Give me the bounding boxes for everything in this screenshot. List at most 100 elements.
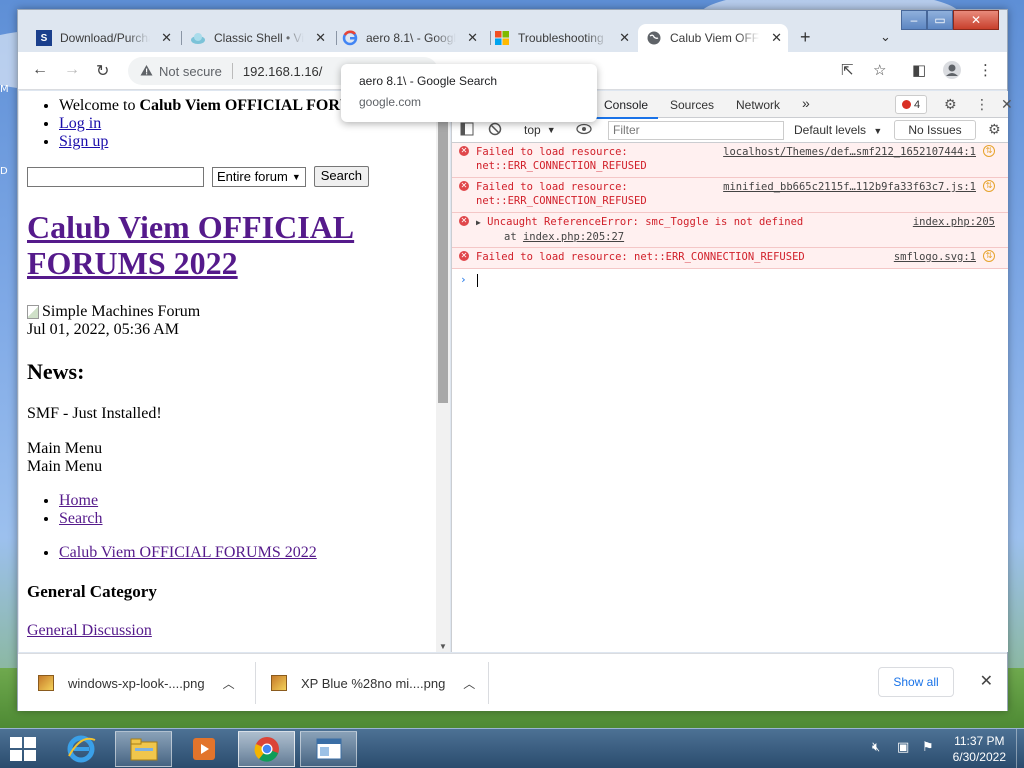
expand-triangle-icon[interactable]: ▶ bbox=[476, 218, 481, 227]
forum-title-line1: Calub Viem OFFICIAL bbox=[27, 209, 355, 245]
forum-title-line2: FORUMS 2022 bbox=[27, 245, 238, 281]
media-player-icon[interactable] bbox=[175, 731, 232, 767]
error-icon: ✕ bbox=[459, 251, 469, 261]
bookmark-star-icon[interactable]: ☆ bbox=[873, 61, 886, 79]
close-devtools-icon[interactable]: ✕ bbox=[1001, 96, 1013, 113]
console-settings-gear-icon[interactable]: ⚙ bbox=[988, 121, 1001, 138]
console-error-message: ✕ ▶ Uncaught ReferenceError: smc_Toggle … bbox=[452, 213, 1008, 248]
text-caret bbox=[476, 273, 478, 287]
search-scope-select[interactable]: Entire forum ▼ bbox=[212, 166, 306, 187]
close-tab-icon[interactable]: ✕ bbox=[771, 30, 782, 46]
reload-icon[interactable]: ↻ bbox=[96, 61, 109, 81]
linktree-forum-link[interactable]: Calub Viem OFFICIAL FORUMS 2022 bbox=[59, 544, 317, 561]
chrome-icon[interactable] bbox=[238, 731, 295, 767]
close-tab-icon[interactable]: ✕ bbox=[619, 30, 630, 46]
context-selector[interactable]: top ▼ bbox=[524, 123, 556, 137]
back-arrow-icon[interactable]: ← bbox=[32, 61, 48, 79]
file-explorer-icon[interactable] bbox=[115, 731, 172, 767]
stack-frame-link[interactable]: index.php:205:27 bbox=[523, 231, 624, 243]
message-source-link[interactable]: localhost/Themes/def…smf212_1652107444:1 bbox=[723, 145, 976, 159]
scroll-down-arrow-icon[interactable]: ▼ bbox=[439, 642, 447, 651]
more-tabs-chevron-icon[interactable]: » bbox=[802, 95, 810, 111]
message-source-link[interactable]: minified_bb665c2115f…112b9fa33f63c7.js:1 bbox=[723, 180, 976, 194]
show-all-downloads-button[interactable]: Show all bbox=[878, 667, 954, 697]
sidebar-toggle-icon[interactable] bbox=[460, 122, 474, 139]
search-button[interactable]: Search bbox=[313, 166, 369, 187]
close-tab-icon[interactable]: ✕ bbox=[315, 30, 326, 46]
download-filename: windows-xp-look-....png bbox=[68, 675, 205, 691]
tab-title: aero 8.1\ - Google Search bbox=[366, 31, 456, 45]
settings-gear-icon[interactable]: ⚙ bbox=[944, 96, 957, 113]
taskbar: 🔇︎ ▣ ⚑ 11:37 PM 6/30/2022 bbox=[0, 728, 1024, 768]
console-filter-input[interactable]: Filter bbox=[608, 121, 784, 140]
tab-calub-viem-forums[interactable]: Calub Viem OFFICIAL FORUMS 2022 ✕ bbox=[638, 24, 788, 52]
url-text: 192.168.1.16/ bbox=[242, 63, 323, 79]
internet-explorer-icon[interactable] bbox=[52, 731, 109, 767]
chevron-up-icon[interactable]: ︿ bbox=[463, 675, 475, 692]
classic-shell-icon: S bbox=[36, 30, 52, 46]
new-tab-icon[interactable]: + bbox=[800, 27, 811, 48]
menu-search-link[interactable]: Search bbox=[59, 510, 103, 527]
close-tab-icon[interactable]: ✕ bbox=[161, 30, 172, 46]
profile-avatar-icon[interactable] bbox=[942, 60, 962, 84]
clear-console-icon[interactable] bbox=[488, 122, 502, 139]
png-file-icon bbox=[38, 675, 54, 691]
network-request-icon[interactable]: ⇅ bbox=[983, 145, 995, 157]
share-icon[interactable]: ⇱ bbox=[841, 61, 854, 79]
tab-classic-shell-download[interactable]: S Download/Purchase Classic Shell ✕ bbox=[28, 24, 178, 52]
tab-troubleshooting[interactable]: Troubleshooting ✕ bbox=[486, 24, 636, 52]
message-source-link[interactable]: index.php:205 bbox=[913, 215, 995, 229]
tab-hover-tooltip: aero 8.1\ - Google Search google.com bbox=[341, 64, 597, 122]
window-app-icon[interactable] bbox=[300, 731, 357, 767]
issues-badge[interactable]: 4 bbox=[895, 95, 927, 114]
tab-network[interactable]: Network bbox=[736, 98, 780, 112]
main-menu-label: Main Menu bbox=[27, 440, 103, 457]
tab-sources[interactable]: Sources bbox=[670, 98, 714, 112]
chevron-down-icon: ▼ bbox=[291, 171, 301, 182]
download-item[interactable]: XP Blue %28no mi....png ︿ bbox=[271, 654, 475, 712]
network-icon[interactable]: ▣ bbox=[897, 739, 909, 755]
chevron-up-icon[interactable]: ︿ bbox=[223, 675, 235, 692]
broken-image-icon bbox=[27, 305, 39, 319]
forward-arrow-icon[interactable]: → bbox=[64, 61, 80, 79]
board-link[interactable]: General Discussion bbox=[27, 622, 152, 639]
show-desktop-button[interactable] bbox=[1016, 729, 1024, 768]
close-tab-icon[interactable]: ✕ bbox=[467, 30, 478, 46]
current-date: Jul 01, 2022, 05:36 AM bbox=[27, 321, 180, 338]
warning-icon[interactable] bbox=[140, 64, 153, 79]
tab-google-search[interactable]: aero 8.1\ - Google Search ✕ bbox=[334, 24, 484, 52]
eye-icon[interactable] bbox=[576, 122, 592, 139]
message-text: Uncaught ReferenceError: smc_Toggle is n… bbox=[487, 216, 804, 228]
network-request-icon[interactable]: ⇅ bbox=[983, 250, 995, 262]
forum-title-link[interactable]: Calub Viem OFFICIAL FORUMS 2022 bbox=[27, 209, 354, 281]
volume-muted-icon[interactable]: 🔇︎ bbox=[872, 739, 880, 755]
tab-search-chevron-icon[interactable]: ⌄ bbox=[880, 29, 891, 45]
png-file-icon bbox=[271, 675, 287, 691]
message-source-link[interactable]: smflogo.svg:1 bbox=[894, 250, 976, 264]
scrollbar-thumb[interactable] bbox=[438, 91, 448, 403]
signup-link[interactable]: Sign up bbox=[59, 133, 108, 150]
no-issues-button[interactable]: No Issues bbox=[894, 120, 976, 140]
devtools-more-icon[interactable]: ⋮ bbox=[975, 96, 989, 113]
logo-alt-text: Simple Machines Forum bbox=[42, 303, 201, 320]
console-error-message: ✕ Failed to load resource: net::ERR_CONN… bbox=[452, 178, 1008, 213]
tab-classic-shell-forum[interactable]: Classic Shell • View topic ✕ bbox=[182, 24, 332, 52]
close-download-shelf-icon[interactable]: ✕ bbox=[980, 671, 993, 691]
start-windows-icon[interactable] bbox=[10, 737, 36, 761]
side-panel-icon[interactable]: ◧ bbox=[912, 61, 926, 79]
console-prompt[interactable]: › bbox=[452, 269, 1008, 287]
tab-title: Calub Viem OFFICIAL FORUMS 2022 bbox=[670, 31, 760, 45]
log-levels-dropdown[interactable]: Default levels ▼ bbox=[794, 123, 882, 137]
network-request-icon[interactable]: ⇅ bbox=[983, 180, 995, 192]
page-scrollbar[interactable]: ▼ bbox=[436, 91, 450, 652]
menu-home-link[interactable]: Home bbox=[59, 492, 98, 509]
desktop-edge-char-2: D bbox=[0, 166, 8, 177]
error-icon: ✕ bbox=[459, 146, 469, 156]
tab-console[interactable]: Console bbox=[593, 98, 659, 119]
login-link[interactable]: Log in bbox=[59, 115, 101, 132]
download-item[interactable]: windows-xp-look-....png ︿ bbox=[38, 654, 235, 712]
action-center-flag-icon[interactable]: ⚑ bbox=[922, 739, 934, 755]
more-menu-icon[interactable]: ⋮ bbox=[978, 61, 993, 79]
system-clock[interactable]: 11:37 PM 6/30/2022 bbox=[953, 733, 1006, 765]
search-input[interactable] bbox=[27, 166, 204, 187]
